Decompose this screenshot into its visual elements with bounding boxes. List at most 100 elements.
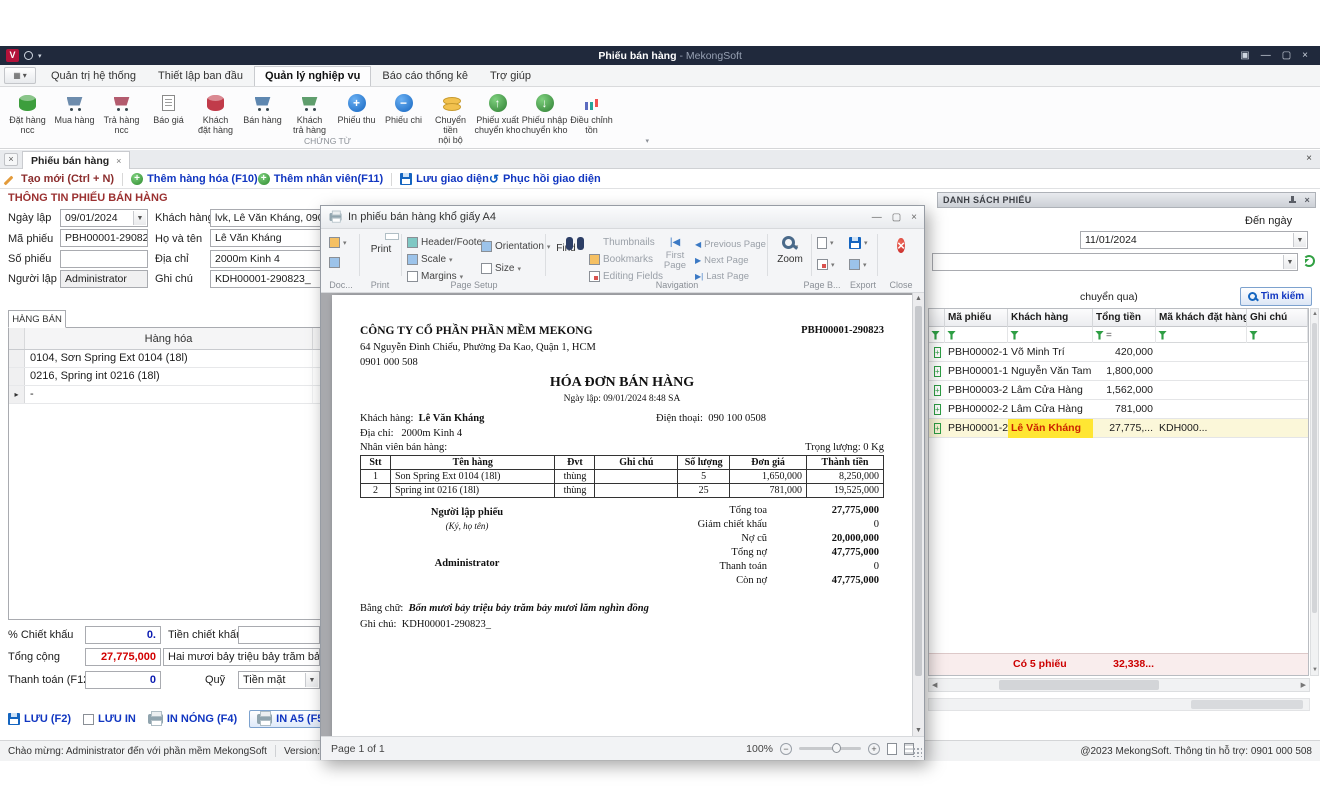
scroll-thumb[interactable]	[1312, 323, 1317, 613]
menu-tab-thiet-lap[interactable]: Thiết lập ban đầu	[147, 66, 254, 86]
watermark-button[interactable]	[329, 257, 340, 268]
scroll-thumb[interactable]	[999, 680, 1159, 690]
filter-icon[interactable]	[1010, 331, 1019, 340]
menu-tab-quan-ly-nghiep-vu[interactable]: Quản lý nghiệp vụ	[254, 66, 371, 86]
grid-hscrollbar[interactable]: ◀ ▶	[928, 678, 1310, 692]
quy-select[interactable]: Tiền mặt▼	[238, 671, 320, 689]
chevron-down-icon[interactable]: ▼	[133, 211, 146, 225]
expand-plus-icon[interactable]: +	[934, 404, 941, 415]
chevron-down-icon[interactable]: ▼	[305, 673, 318, 687]
find-button[interactable]: Find	[549, 237, 583, 254]
ribbon-item-tra-hang-ncc[interactable]: Trả hàngncc	[98, 90, 145, 135]
checkbox-icon[interactable]	[83, 714, 94, 725]
menu-tab-quan-tri[interactable]: Quản trị hệ thống	[40, 66, 147, 86]
new-button[interactable]: Tạo mới (Ctrl + N)	[6, 173, 114, 185]
filter-combo[interactable]: ▼	[932, 253, 1298, 271]
minimize-icon[interactable]: —	[1261, 50, 1271, 61]
maximize-icon[interactable]: ▢	[1282, 50, 1291, 61]
dialog-maximize-icon[interactable]: ▢	[892, 212, 901, 223]
tien-chiet-khau-input[interactable]	[238, 626, 320, 644]
fit-page-icon[interactable]	[887, 743, 897, 755]
dialog-minimize-icon[interactable]: —	[872, 212, 882, 223]
ribbon-group-caret-icon[interactable]: ▾	[645, 137, 649, 145]
print-hot-button[interactable]: IN NÓNG (F4)	[148, 713, 237, 725]
print-button[interactable]: Print	[363, 237, 399, 255]
ribbon-item-dieu-chinh-ton[interactable]: Điều chỉnh tồn	[568, 90, 615, 135]
preview-vscrollbar[interactable]: ▲ ▼	[912, 293, 924, 736]
ribbon-item-bao-gia[interactable]: Báo giá	[145, 90, 192, 125]
ribbon-item-phieu-xuat-chuyen-kho[interactable]: ↑ Phiếu xuấtchuyển kho	[474, 90, 521, 135]
page-color-button[interactable]: ▾	[817, 237, 834, 249]
quick-access-caret-icon[interactable]: ▾	[38, 52, 42, 60]
receipt-row[interactable]: + PBH00001-2... Lê Văn Kháng 27,775,... …	[929, 419, 1308, 438]
nguoi-lap-input[interactable]: Administrator	[60, 270, 148, 288]
receipt-row[interactable]: + PBH00001-1... Nguyễn Văn Tam 1,800,000	[929, 362, 1308, 381]
receipt-row[interactable]: + PBH00002-2... Lâm Cửa Hàng 781,000	[929, 400, 1308, 419]
close-preview-button[interactable]: ×	[881, 235, 921, 257]
save-layout-button[interactable]: Lưu giao diện	[400, 173, 489, 185]
zoom-slider[interactable]	[799, 747, 861, 750]
search-button[interactable]: Tìm kiếm	[1240, 287, 1312, 306]
size-button[interactable]: Size▾	[481, 263, 521, 274]
menu-tab-tro-giup[interactable]: Trợ giúp	[479, 66, 542, 86]
panel-hscrollbar[interactable]	[928, 698, 1310, 711]
column-header-ma-phieu[interactable]: Mã phiếu	[945, 309, 1008, 327]
refresh-icon[interactable]	[1303, 255, 1315, 267]
quick-access-icon[interactable]	[24, 51, 33, 60]
next-page-button[interactable]: ▶Next Page	[695, 255, 749, 266]
zoom-slider-thumb[interactable]	[832, 743, 841, 753]
tab-phieu-ban-hang[interactable]: Phiếu bán hàng×	[22, 151, 130, 169]
scroll-down-icon[interactable]: ▼	[915, 727, 922, 734]
filter-icon[interactable]	[1095, 331, 1104, 340]
ribbon-item-dat-hang-ncc[interactable]: Đặt hàngncc	[4, 90, 51, 135]
ribbon-item-phieu-nhap-chuyen-kho[interactable]: ↓ Phiếu nhậpchuyển kho	[521, 90, 568, 135]
document-map-button[interactable]: ▾	[329, 237, 347, 248]
restore-layout-button[interactable]: ↺ Phục hồi giao diện	[489, 173, 601, 185]
scroll-thumb[interactable]	[1191, 700, 1303, 709]
style-icon[interactable]: ▣	[1240, 50, 1249, 61]
filter-icon[interactable]	[1158, 331, 1167, 340]
resize-grip[interactable]	[912, 747, 922, 757]
pct-chiet-khau-input[interactable]: 0.	[85, 626, 161, 644]
expand-plus-icon[interactable]: +	[934, 385, 941, 396]
panel-close-icon[interactable]: ×	[1304, 195, 1310, 205]
ribbon-item-ban-hang[interactable]: Bán hàng	[239, 90, 286, 125]
column-header-khach-hang[interactable]: Khách hàng	[1008, 309, 1093, 327]
previous-page-button[interactable]: ◀Previous Page	[695, 239, 766, 250]
scroll-thumb[interactable]	[915, 306, 922, 676]
expand-plus-icon[interactable]: +	[934, 347, 941, 358]
filter-icon[interactable]	[1249, 331, 1258, 340]
ribbon-item-khach-tra-hang[interactable]: Kháchtrả hàng	[286, 90, 333, 135]
ribbon-item-mua-hang[interactable]: Mua hàng	[51, 90, 98, 125]
scroll-up-icon[interactable]: ▲	[915, 295, 922, 302]
ribbon-item-khach-dat-hang[interactable]: Kháchđặt hàng	[192, 90, 239, 135]
scroll-down-icon[interactable]: ▼	[1312, 667, 1318, 673]
tab-close-icon[interactable]: ×	[116, 156, 121, 166]
page-watermark-button[interactable]: ▾	[817, 259, 835, 270]
thumbnails-button[interactable]: Thumbnails	[589, 237, 655, 248]
export-document-button[interactable]: ▾	[849, 237, 868, 249]
scroll-right-icon[interactable]: ▶	[1301, 681, 1306, 689]
ribbon-item-phieu-thu[interactable]: + Phiếu thu	[333, 90, 380, 125]
dialog-close-icon[interactable]: ×	[911, 212, 917, 223]
grid-filter-row[interactable]: =	[929, 327, 1308, 343]
menu-launcher-button[interactable]: ▦▾	[4, 67, 36, 84]
menu-tab-bao-cao[interactable]: Báo cáo thống kê	[371, 66, 479, 86]
right-panel-header[interactable]: DANH SÁCH PHIẾU ×	[937, 192, 1316, 208]
add-item-button[interactable]: + Thêm hàng hóa (F10)	[131, 173, 258, 185]
scroll-left-icon[interactable]: ◀	[932, 681, 937, 689]
orientation-button[interactable]: Orientation▾	[481, 241, 550, 252]
column-header-ghi-chu[interactable]: Ghi chú	[1247, 309, 1308, 327]
scroll-up-icon[interactable]: ▲	[1312, 311, 1318, 317]
first-page-button[interactable]: |◀ First Page	[659, 237, 691, 271]
add-employee-button[interactable]: + Thêm nhân viên(F11)	[258, 173, 383, 185]
preview-area[interactable]: CÔNG TY CỔ PHẦN PHẦN MỀM MEKONG PBH00001…	[321, 293, 924, 736]
tabs-close-right-icon[interactable]: ×	[1306, 153, 1312, 164]
ribbon-item-phieu-chi[interactable]: − Phiếu chi	[380, 90, 427, 125]
save-button[interactable]: LƯU (F2)	[8, 713, 71, 725]
filter-icon[interactable]	[947, 331, 956, 340]
header-footer-button[interactable]: Header/Footer	[407, 237, 485, 248]
filter-icon[interactable]	[931, 331, 940, 340]
close-icon[interactable]: ×	[1302, 50, 1308, 61]
den-ngay-input[interactable]: 11/01/2024▼	[1080, 231, 1308, 249]
